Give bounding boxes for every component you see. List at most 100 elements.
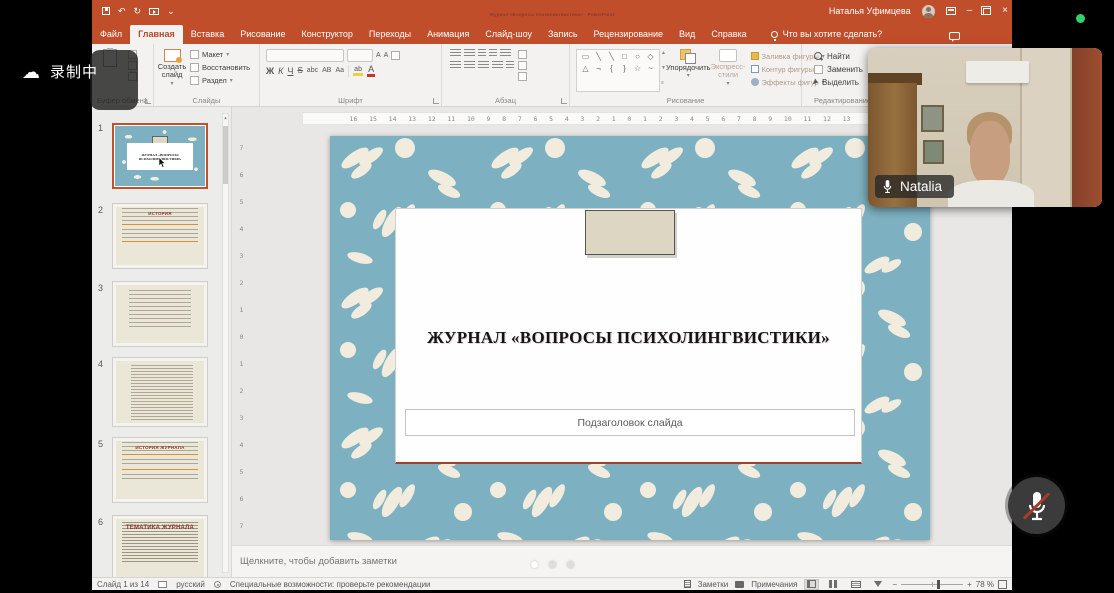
grow-font-button[interactable]: А bbox=[376, 50, 381, 62]
clipboard-dialog-launcher-icon[interactable] bbox=[145, 98, 151, 104]
tab-transitions[interactable]: Переходы bbox=[361, 25, 419, 44]
line-spacing-icon[interactable] bbox=[500, 49, 511, 58]
comments-icon[interactable] bbox=[949, 32, 960, 40]
notes-toggle[interactable]: Заметки bbox=[698, 580, 729, 589]
paragraph-dialog-launcher-icon[interactable] bbox=[561, 98, 567, 104]
font-name-input[interactable] bbox=[266, 49, 344, 62]
slide-thumbnail-2[interactable]: ИСТОРИЯ bbox=[112, 203, 208, 269]
section-button[interactable]: Раздел ▾ bbox=[190, 74, 250, 87]
tab-insert[interactable]: Вставка bbox=[183, 25, 232, 44]
language-indicator[interactable]: русский bbox=[176, 580, 205, 589]
underline-button[interactable]: Ч bbox=[287, 65, 293, 77]
reset-button[interactable]: Восстановить bbox=[190, 61, 250, 74]
align-right-icon[interactable] bbox=[478, 61, 489, 70]
tab-review[interactable]: Рецензирование bbox=[586, 25, 672, 44]
tell-me-box[interactable]: Что вы хотите сделать? bbox=[771, 29, 883, 44]
shrink-font-button[interactable]: А bbox=[384, 50, 389, 62]
convert-to-smartart-icon[interactable] bbox=[518, 72, 527, 81]
zoom-level[interactable]: 78 % bbox=[976, 580, 994, 589]
font-dialog-launcher-icon[interactable] bbox=[433, 98, 439, 104]
align-left-icon[interactable] bbox=[450, 61, 461, 70]
scroll-up-icon[interactable]: ▲ bbox=[223, 115, 228, 120]
increase-indent-icon[interactable] bbox=[489, 49, 497, 58]
slide-thumbnail-5[interactable]: ИСТОРИЯ ЖУРНАЛА bbox=[112, 437, 208, 503]
ribbon-display-options-icon[interactable] bbox=[946, 7, 956, 15]
italic-button[interactable]: К bbox=[278, 65, 283, 77]
tab-file[interactable]: Файл bbox=[92, 25, 130, 44]
notes-pane[interactable]: Щелкните, чтобы добавить заметки bbox=[232, 545, 1012, 577]
start-slideshow-icon[interactable] bbox=[149, 8, 159, 15]
numbering-icon[interactable] bbox=[464, 49, 475, 58]
text-shadow-button[interactable]: abc bbox=[307, 65, 318, 77]
justify-icon[interactable] bbox=[492, 61, 503, 70]
decrease-indent-icon[interactable] bbox=[478, 49, 486, 58]
pagination-dot[interactable] bbox=[567, 561, 574, 568]
shape-icon[interactable]: ◇ bbox=[644, 51, 657, 63]
pagination-dot[interactable] bbox=[549, 561, 556, 568]
shapes-gallery[interactable]: ▭ ╲ ╲ □ ○ ◇ △ ¬ { } ☆ ~ bbox=[576, 49, 660, 92]
shape-icon[interactable]: ╲ bbox=[592, 51, 605, 63]
tab-draw[interactable]: Рисование bbox=[232, 25, 293, 44]
strikethrough-button[interactable]: S bbox=[297, 65, 302, 77]
redo-icon[interactable]: ↻ bbox=[134, 7, 142, 16]
font-size-input[interactable] bbox=[347, 49, 373, 62]
tab-home[interactable]: Главная bbox=[130, 25, 183, 44]
shape-icon[interactable]: ☆ bbox=[631, 63, 644, 75]
arrange-button[interactable]: Упорядочить ▾ bbox=[666, 48, 711, 92]
shape-icon[interactable]: ○ bbox=[631, 51, 644, 63]
slide-subtitle-placeholder[interactable]: Подзаголовок слайда bbox=[405, 409, 855, 436]
text-direction-icon[interactable] bbox=[518, 50, 527, 59]
notes-placeholder[interactable]: Щелкните, чтобы добавить заметки bbox=[240, 556, 397, 567]
accessibility-status[interactable]: Специальные возможности: проверьте реком… bbox=[230, 580, 431, 589]
tab-design[interactable]: Конструктор bbox=[294, 25, 361, 44]
highlight-color-button[interactable]: ab bbox=[353, 66, 363, 76]
webcam-video[interactable]: Natalia bbox=[868, 48, 1102, 207]
tab-animations[interactable]: Анимация bbox=[419, 25, 477, 44]
columns-icon[interactable] bbox=[506, 61, 514, 70]
shape-icon[interactable]: { bbox=[605, 63, 618, 75]
pagination-dots[interactable] bbox=[531, 561, 574, 568]
slide-thumbnail-1[interactable]: ЖУРНАЛ «ВОПРОСЫ ПСИХОЛИНГВИСТИКИ» bbox=[112, 123, 208, 189]
undo-icon[interactable]: ↶ bbox=[118, 7, 126, 16]
mute-microphone-button[interactable] bbox=[1008, 477, 1065, 534]
new-slide-button[interactable]: Создать слайд ▾ bbox=[154, 48, 190, 92]
comments-toggle[interactable]: Примечания bbox=[751, 580, 797, 589]
view-slideshow-button[interactable] bbox=[870, 579, 885, 590]
view-normal-button[interactable] bbox=[804, 579, 819, 590]
shape-icon[interactable]: △ bbox=[579, 63, 592, 75]
tab-help[interactable]: Справка bbox=[703, 25, 754, 44]
align-text-icon[interactable] bbox=[518, 61, 527, 70]
shape-icon[interactable]: □ bbox=[618, 51, 631, 63]
zoom-slider[interactable] bbox=[901, 584, 963, 585]
bold-button[interactable]: Ж bbox=[266, 65, 274, 77]
slide-thumbnail-panel[interactable]: 1 ЖУРНАЛ «ВОПРОСЫ ПСИХОЛИНГВИСТИКИ» 2 ИС… bbox=[92, 107, 232, 577]
zoom-slider-thumb[interactable] bbox=[937, 580, 940, 589]
shape-icon[interactable]: ▭ bbox=[579, 51, 592, 63]
change-case-button[interactable]: Аа bbox=[335, 65, 344, 77]
spellcheck-icon[interactable] bbox=[158, 581, 167, 588]
zoom-out-button[interactable]: − bbox=[892, 580, 897, 589]
zoom-in-button[interactable]: + bbox=[967, 580, 972, 589]
align-center-icon[interactable] bbox=[464, 61, 475, 70]
account-avatar[interactable] bbox=[922, 5, 935, 18]
tab-record[interactable]: Запись bbox=[540, 25, 586, 44]
tab-slideshow[interactable]: Слайд-шоу bbox=[477, 25, 540, 44]
view-slide-sorter-button[interactable] bbox=[826, 579, 841, 590]
font-color-button[interactable]: А bbox=[367, 65, 375, 77]
clear-formatting-icon[interactable] bbox=[391, 51, 400, 60]
account-user-name[interactable]: Наталья Уфимцева bbox=[829, 6, 911, 16]
slide-deco-box[interactable] bbox=[585, 210, 675, 255]
tab-view[interactable]: Вид bbox=[671, 25, 703, 44]
shape-icon[interactable]: ╲ bbox=[605, 51, 618, 63]
save-icon[interactable] bbox=[102, 7, 110, 15]
slide-thumbnail-3[interactable] bbox=[112, 281, 208, 347]
close-button[interactable]: × bbox=[1002, 6, 1008, 16]
character-spacing-button[interactable]: АВ bbox=[322, 65, 331, 77]
pagination-dot-active[interactable] bbox=[531, 561, 538, 568]
quick-styles-button[interactable]: Экспресс-стили ▾ bbox=[711, 48, 746, 92]
minimize-button[interactable]: – bbox=[967, 6, 973, 16]
slide-thumbnail-6[interactable]: ТЕМАТИКА ЖУРНАЛА bbox=[112, 515, 208, 577]
fit-to-window-icon[interactable] bbox=[998, 580, 1007, 589]
shape-icon[interactable]: ¬ bbox=[592, 63, 605, 75]
layout-button[interactable]: Макет ▾ bbox=[190, 48, 250, 61]
